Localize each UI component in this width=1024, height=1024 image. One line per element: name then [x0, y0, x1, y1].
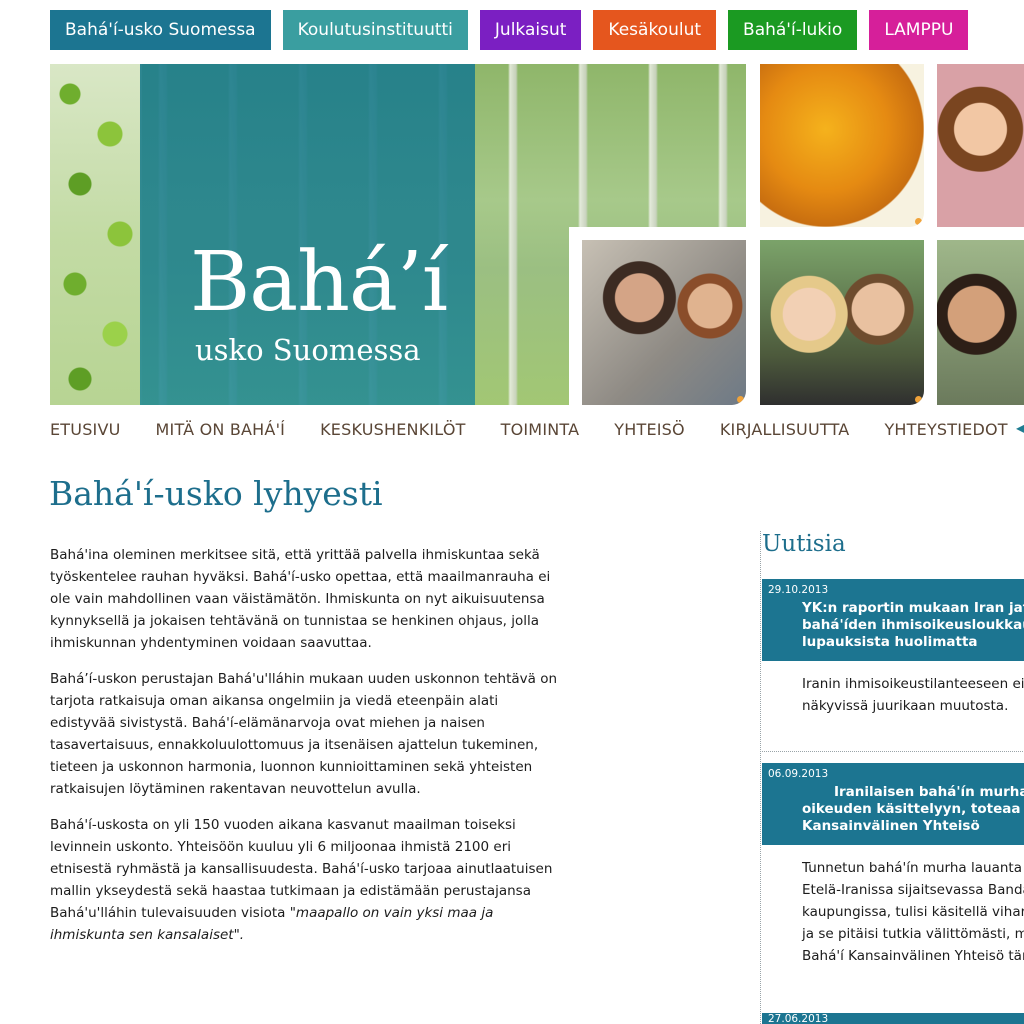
news-date: 06.09.2013 [768, 768, 829, 780]
kids-photo [760, 240, 924, 405]
tab-kesakoulut[interactable]: Kesäkoulut [593, 10, 717, 50]
news-excerpt-line: Bahá'í Kansainvälinen Yhteisö tär [802, 948, 1024, 964]
corner-dot-icon [915, 218, 922, 225]
tab-lamppu[interactable]: LAMPPU [869, 10, 969, 50]
news-divider [762, 751, 1024, 752]
news-title-line: Iranilaisen bahá'ín murha c [834, 784, 1024, 800]
news-heading: Uutisia [762, 531, 846, 557]
youth-photo [937, 240, 1024, 405]
news-excerpt-line: Iranin ihmisoikeustilanteeseen ei [802, 676, 1024, 692]
page-title: Bahá'í-usko lyhyesti [49, 474, 383, 513]
nav-keskushenkilot[interactable]: KESKUSHENKILÖT [320, 420, 466, 439]
news-date: 29.10.2013 [768, 584, 829, 596]
hero-banner: Bahá’í usko Suomessa [50, 64, 1024, 405]
article-paragraph: Bahá'í-uskosta on yli 150 vuoden aikana … [50, 814, 560, 946]
news-excerpt-line: Tunnetun bahá'ín murha lauanta [802, 860, 1022, 876]
news-item-header[interactable]: 27.06.2013 [762, 1013, 1024, 1024]
article-paragraph: Bahá’í-uskon perustajan Bahá'u'lláhin mu… [50, 671, 558, 797]
news-title-line: Kansainvälinen Yhteisö [802, 818, 980, 834]
news-excerpt: Tunnetun bahá'ín murha lauanta Etelä-Ira… [802, 857, 1024, 967]
news-title-line: bahá'íden ihmisoikeusloukkaub [802, 617, 1024, 633]
nav-overflow-icon[interactable]: ◂ [1016, 418, 1024, 437]
nav-yhteystiedot[interactable]: YHTEYSTIEDOT [884, 420, 1007, 439]
logo-title[interactable]: Bahá’í [190, 242, 448, 324]
article-paragraph: Bahá'ina oleminen merkitsee sitä, että y… [50, 547, 551, 651]
corner-dot-icon [737, 396, 744, 403]
news-excerpt-line: Etelä-Iranissa sijaitsevassa Banda [802, 882, 1024, 898]
nav-kirjallisuutta[interactable]: KIRJALLISUUTTA [720, 420, 850, 439]
nav-yhteiso[interactable]: YHTEISÖ [614, 420, 685, 439]
study-group-photo [582, 240, 746, 405]
news-excerpt: Iranin ihmisoikeustilanteeseen ei näkyvi… [802, 673, 1024, 717]
news-date: 27.06.2013 [768, 1013, 829, 1024]
news-title-line: YK:n raportin mukaan Iran jatk [802, 600, 1024, 616]
news-title[interactable]: YK:n raportin mukaan Iran jatk bahá'íden… [802, 600, 1024, 651]
tab-julkaisut[interactable]: Julkaisut [479, 10, 582, 50]
tab-bahai-lukio[interactable]: Bahá'í-lukio [728, 10, 858, 50]
nav-mita-on-bahai[interactable]: MITÄ ON BAHÁ'Í [156, 420, 286, 439]
green-leaves-image [50, 64, 142, 405]
tab-bahai-usko-suomessa[interactable]: Bahá'í-usko Suomessa [50, 10, 271, 50]
news-item-header[interactable]: 06.09.2013 Iranilaisen bahá'ín murha c o… [762, 763, 1024, 845]
nav-etusivu[interactable]: ETUSIVU [50, 420, 121, 439]
tab-koulutusinstituutti[interactable]: Koulutusinstituutti [282, 10, 468, 50]
article-body: Bahá'ina oleminen merkitsee sitä, että y… [50, 544, 560, 960]
news-title-line: oikeuden käsittelyyn, toteaa Ba [802, 801, 1024, 817]
logo-subtitle[interactable]: usko Suomessa [195, 336, 421, 365]
nav-toiminta[interactable]: TOIMINTA [501, 420, 580, 439]
news-excerpt-line: näkyvissä juurikaan muutosta. [802, 698, 1009, 714]
news-title-line: lupauksista huolimatta [802, 634, 978, 650]
child-photo [937, 64, 1024, 227]
main-nav: ETUSIVU MITÄ ON BAHÁ'Í KESKUSHENKILÖT TO… [50, 420, 1024, 439]
news-item-header[interactable]: 29.10.2013 YK:n raportin mukaan Iran jat… [762, 579, 1024, 661]
news-title[interactable]: Iranilaisen bahá'ín murha c oikeuden käs… [802, 784, 1024, 835]
news-excerpt-line: kaupungissa, tulisi käsitellä vihar [802, 904, 1024, 920]
corner-dot-icon [915, 396, 922, 403]
news-sidebar: Uutisia 29.10.2013 YK:n raportin mukaan … [760, 531, 1024, 1024]
news-excerpt-line: ja se pitäisi tutkia välittömästi, m [802, 926, 1024, 942]
top-tabs: Bahá'í-usko Suomessa Koulutusinstituutti… [50, 10, 969, 50]
autumn-leaf-photo [760, 64, 924, 227]
